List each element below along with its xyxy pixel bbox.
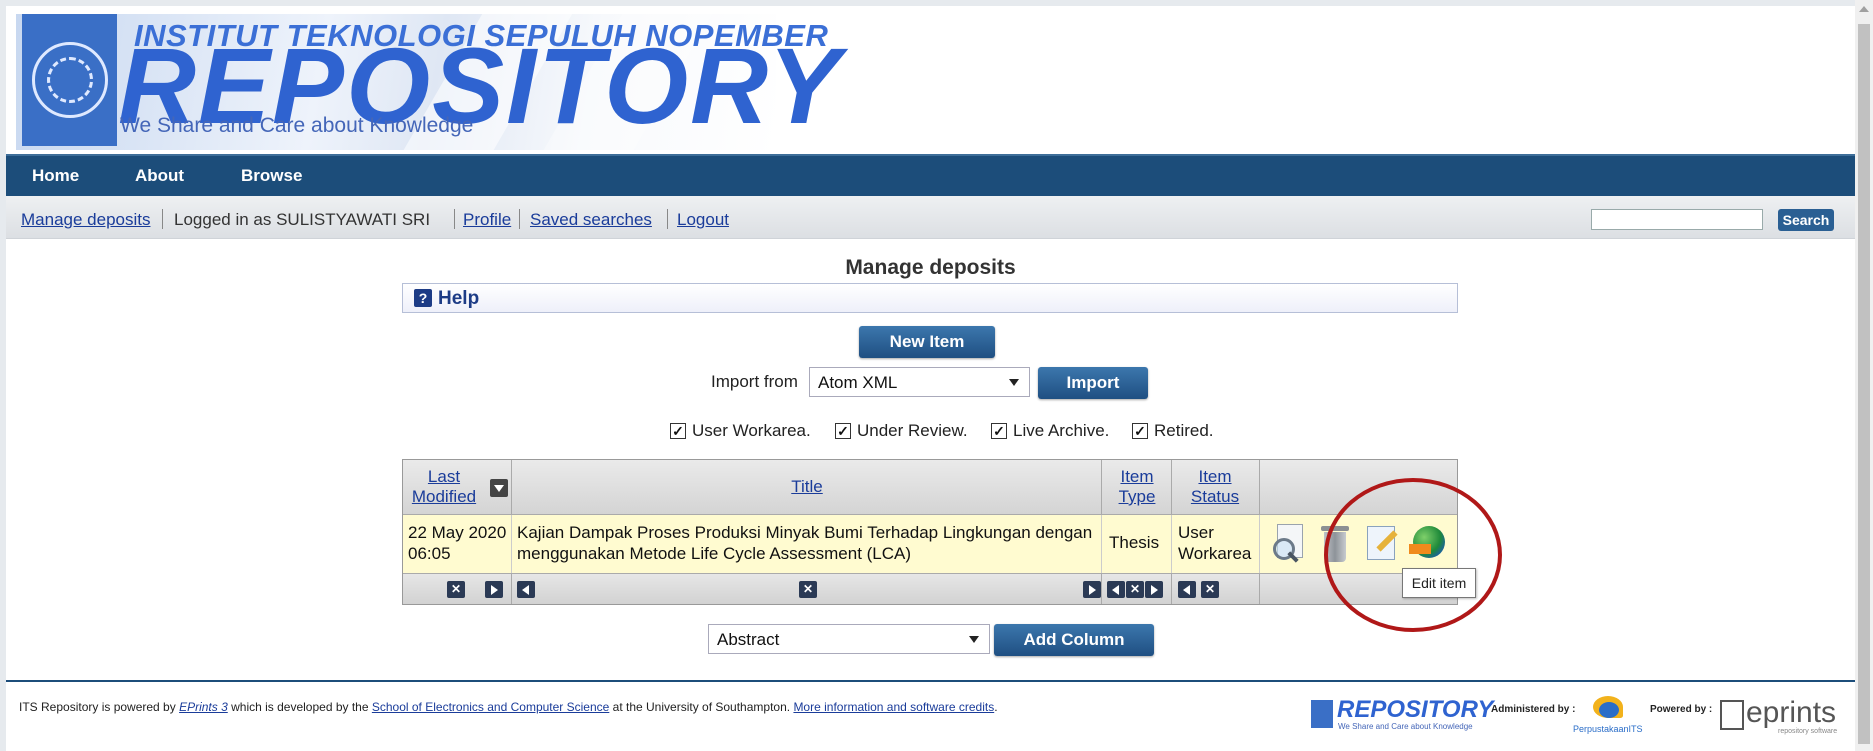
- move-left-icon[interactable]: [1107, 581, 1125, 598]
- move-right-icon[interactable]: [1083, 581, 1101, 598]
- filter-user-workarea-label: User Workarea.: [692, 421, 811, 440]
- move-right-icon[interactable]: [485, 581, 503, 598]
- help-bar[interactable]: ? Help: [402, 283, 1458, 313]
- sort-desc-icon[interactable]: [490, 479, 508, 497]
- footer-logo-title: REPOSITORY: [1337, 696, 1494, 723]
- filter-live-archive-label: Live Archive.: [1013, 421, 1110, 440]
- remove-column-icon[interactable]: ✕: [799, 581, 817, 598]
- footer-text-c: at the University of Southampton.: [609, 700, 794, 714]
- deposits-table: Last Modified Title Item Type Item Statu…: [402, 459, 1458, 605]
- page-title: Manage deposits: [845, 256, 1016, 279]
- banner-tagline: We Share and Care about Knowledge: [120, 114, 474, 137]
- saved-searches-link[interactable]: Saved searches: [530, 210, 652, 230]
- search-button[interactable]: Search: [1778, 209, 1834, 231]
- main-nav: Home About Browse: [6, 154, 1855, 196]
- credits-link[interactable]: More information and software credits: [793, 700, 994, 714]
- scrollbar-thumb[interactable]: [1858, 24, 1870, 744]
- remove-column-icon[interactable]: ✕: [1201, 581, 1219, 598]
- footer-text-a: ITS Repository is powered by: [19, 700, 180, 714]
- col-item-status[interactable]: Item Status: [1173, 460, 1257, 514]
- manage-deposits-link[interactable]: Manage deposits: [21, 210, 150, 230]
- powered-by-label: Powered by :: [1650, 704, 1713, 715]
- nav-browse[interactable]: Browse: [241, 166, 302, 186]
- import-format-select[interactable]: Atom XML: [809, 367, 1030, 397]
- move-left-icon[interactable]: [1178, 581, 1196, 598]
- filter-under-review-checkbox[interactable]: ✓: [835, 423, 851, 439]
- library-logo[interactable]: PerpustakaanITS: [1571, 696, 1646, 738]
- search-input[interactable]: [1591, 209, 1763, 230]
- new-item-button[interactable]: New Item: [859, 326, 995, 358]
- footer-divider: [6, 680, 1855, 682]
- cell-item-status: User Workarea: [1178, 523, 1252, 563]
- help-question-icon: ?: [414, 289, 432, 307]
- col-title[interactable]: Title: [513, 460, 1101, 514]
- move-right-icon[interactable]: [1145, 581, 1163, 598]
- eprints-logo-word: eprints: [1746, 696, 1837, 729]
- import-button[interactable]: Import: [1038, 367, 1148, 399]
- chevron-down-icon: [969, 636, 979, 643]
- help-label: Help: [438, 288, 480, 309]
- cell-last-modified: 22 May 2020 06:05: [408, 523, 507, 563]
- eprints-logo-sub: repository software: [1778, 728, 1838, 735]
- scroll-up-icon[interactable]: [1859, 6, 1869, 12]
- col-item-type[interactable]: Item Type: [1103, 460, 1171, 514]
- cell-title: Kajian Dampak Proses Produksi Minyak Bum…: [517, 523, 1093, 563]
- import-format-value: Atom XML: [818, 373, 898, 392]
- footer-text: ITS Repository is powered by EPrints 3 w…: [19, 700, 998, 714]
- filter-retired-checkbox[interactable]: ✓: [1132, 423, 1148, 439]
- nav-home[interactable]: Home: [32, 166, 79, 186]
- its-seal-logo: [22, 14, 117, 146]
- cell-item-type: Thesis: [1109, 533, 1160, 552]
- remove-column-icon[interactable]: ✕: [447, 581, 465, 598]
- view-icon[interactable]: [1269, 520, 1309, 566]
- logged-in-as-text: Logged in as SULISTYAWATI SRI: [174, 210, 431, 229]
- footer-repository-logo[interactable]: REPOSITORY We Share and Care about Knowl…: [1311, 696, 1501, 732]
- page: INSTITUT TEKNOLOGI SEPULUH NOPEMBER REPO…: [6, 6, 1855, 751]
- filter-user-workarea-checkbox[interactable]: ✓: [670, 423, 686, 439]
- annotation-circle: [1324, 478, 1502, 632]
- footer-logo-tagline: We Share and Care about Knowledge: [1338, 722, 1473, 731]
- profile-link[interactable]: Profile: [463, 210, 511, 230]
- filter-under-review-label: Under Review.: [857, 421, 968, 440]
- table-header: Last Modified Title Item Type Item Statu…: [403, 460, 1457, 515]
- eprints-e-icon: [1720, 700, 1744, 730]
- status-filters: ✓ User Workarea. ✓ Under Review. ✓ Live …: [6, 421, 1855, 445]
- table-controls: ✕ ✕ ✕ ✕: [403, 574, 1457, 604]
- add-column-value: Abstract: [717, 630, 780, 649]
- add-column-button[interactable]: Add Column: [994, 624, 1154, 656]
- mini-seal-icon: [1311, 700, 1333, 728]
- vertical-scrollbar[interactable]: [1855, 0, 1873, 751]
- filter-retired-label: Retired.: [1154, 421, 1214, 440]
- eprints-link[interactable]: EPrints 3: [179, 700, 228, 714]
- library-logo-text: PerpustakaanITS: [1573, 724, 1643, 734]
- administered-by-label: Administered by :: [1491, 704, 1576, 715]
- eprints-logo[interactable]: eprints repository software: [1720, 694, 1840, 738]
- nav-about[interactable]: About: [135, 166, 184, 186]
- school-link[interactable]: School of Electronics and Computer Scien…: [372, 700, 609, 714]
- footer-text-b: which is developed by the: [227, 700, 372, 714]
- footer-text-d: .: [994, 700, 998, 714]
- logout-link[interactable]: Logout: [677, 210, 729, 230]
- remove-column-icon[interactable]: ✕: [1126, 581, 1144, 598]
- chevron-down-icon: [1009, 379, 1019, 386]
- filter-live-archive-checkbox[interactable]: ✓: [991, 423, 1007, 439]
- import-from-label: Import from: [711, 372, 798, 391]
- user-bar: Manage deposits Logged in as SULISTYAWAT…: [6, 196, 1855, 239]
- move-left-icon[interactable]: [517, 581, 535, 598]
- col-last-modified[interactable]: Last Modified: [403, 460, 485, 514]
- site-banner: INSTITUT TEKNOLOGI SEPULUH NOPEMBER REPO…: [6, 6, 1855, 154]
- add-column-select[interactable]: Abstract: [708, 624, 990, 654]
